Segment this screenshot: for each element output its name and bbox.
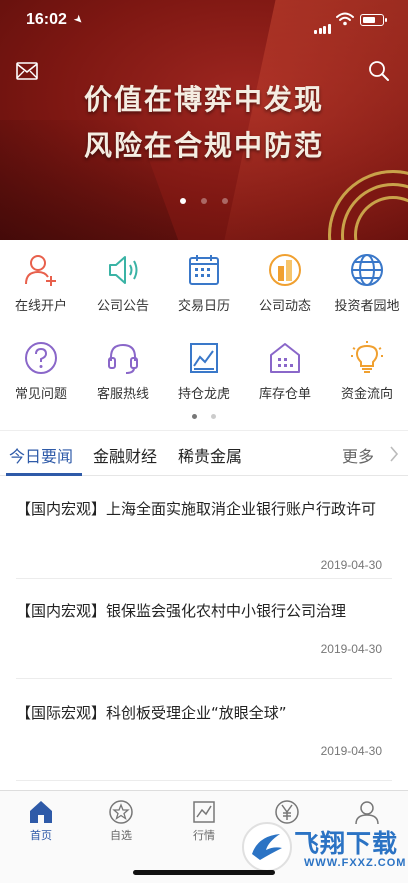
lightbulb-icon <box>351 341 383 373</box>
news-item[interactable]: 【国内宏观】上海全面实施取消企业银行账户行政许可 2019-04-30 <box>16 495 392 579</box>
battery-icon <box>360 14 387 26</box>
bird-logo-icon <box>252 834 282 860</box>
status-time: 16:02 <box>26 11 67 28</box>
calendar-icon <box>189 255 219 285</box>
news-title: 【国际宏观】科创板受理企业“放眼全球” <box>16 704 287 722</box>
cellular-signal-icon <box>314 15 332 34</box>
menu-label: 持仓龙虎 <box>177 387 230 402</box>
menu-warehouse-receipt[interactable]: 库存仓单 <box>244 340 326 402</box>
banner-carousel[interactable]: 16:02 ➤ 价值在博弈中发现 风险在合规中防范 <box>0 0 408 240</box>
warehouse-icon <box>270 343 300 373</box>
menu-page-dot <box>210 414 216 419</box>
menu-label: 库存仓单 <box>258 387 311 402</box>
menu-company-news[interactable]: 公司动态 <box>244 252 326 314</box>
home-indicator[interactable] <box>133 870 275 875</box>
active-tab-indicator <box>6 473 82 476</box>
banner-pagination <box>0 189 408 208</box>
news-title: 【国内宏观】银保监会强化农村中小银行公司治理 <box>16 602 347 620</box>
chevron-right-icon[interactable] <box>389 445 399 463</box>
market-icon <box>193 801 215 823</box>
menu-page-dot <box>192 414 198 419</box>
banner-slogan-line1: 价值在博弈中发现 <box>83 83 324 116</box>
status-bar: 16:02 ➤ <box>0 0 408 40</box>
news-title: 【国内宏观】上海全面实施取消企业银行账户行政许可 <box>16 500 377 518</box>
menu-label: 资金流向 <box>340 387 393 402</box>
news-date: 2019-04-30 <box>320 558 382 572</box>
globe-icon <box>351 254 383 286</box>
menu-label: 公司公告 <box>96 299 149 314</box>
menu-company-notice[interactable]: 公司公告 <box>82 252 164 314</box>
star-icon <box>109 800 133 824</box>
banner-dot <box>179 198 186 204</box>
user-add-icon <box>25 255 56 286</box>
nav-label: 自选 <box>110 829 132 842</box>
nav-label: 行情 <box>193 829 215 842</box>
menu-service-hotline[interactable]: 客服热线 <box>82 340 164 402</box>
tab-today-news[interactable]: 今日要闻 <box>9 443 73 467</box>
wifi-icon <box>336 12 354 26</box>
watermark-logo: 飞翔下载 WWW.FXXZ.COM <box>238 818 406 878</box>
nav-home[interactable]: 首页 <box>6 799 76 843</box>
menu-investor-garden[interactable]: 投资者园地 <box>326 252 408 314</box>
watermark-url: WWW.FXXZ.COM <box>304 857 407 869</box>
banner-dot <box>222 198 229 204</box>
menu-online-account[interactable]: 在线开户 <box>0 252 82 314</box>
nav-label: 首页 <box>30 829 52 842</box>
menu-position-ranking[interactable]: 持仓龙虎 <box>163 340 245 402</box>
chart-icon <box>190 343 218 373</box>
menu-label: 常见问题 <box>14 387 67 402</box>
banner-slogan-line2: 风险在合规中防范 <box>83 129 324 162</box>
question-icon <box>25 342 57 374</box>
menu-label: 交易日历 <box>177 299 230 314</box>
menu-label: 公司动态 <box>258 299 311 314</box>
watermark-text: 飞翔下载 <box>294 829 399 858</box>
menu-label: 投资者园地 <box>334 299 400 314</box>
news-date: 2019-04-30 <box>320 642 382 656</box>
buildings-icon <box>269 254 301 286</box>
tab-finance[interactable]: 金融财经 <box>93 443 157 467</box>
menu-pagination <box>0 404 408 423</box>
watermark-emblem <box>242 822 292 872</box>
more-button[interactable]: 更多 <box>342 443 374 467</box>
speaker-icon <box>109 256 138 284</box>
headset-icon <box>108 343 138 374</box>
nav-market[interactable]: 行情 <box>169 799 239 843</box>
menu-trading-calendar[interactable]: 交易日历 <box>163 252 245 314</box>
menu-fund-flow[interactable]: 资金流向 <box>326 340 408 402</box>
location-arrow-icon: ➤ <box>70 11 87 28</box>
tab-precious-metals[interactable]: 稀贵金属 <box>178 443 242 467</box>
news-date: 2019-04-30 <box>320 744 382 758</box>
news-item[interactable]: 【国际宏观】科创板受理企业“放眼全球” 2019-04-30 <box>16 697 392 781</box>
menu-faq[interactable]: 常见问题 <box>0 340 82 402</box>
home-icon <box>30 801 52 823</box>
menu-label: 客服热线 <box>96 387 149 402</box>
menu-label: 在线开户 <box>14 299 67 314</box>
news-tabs: 今日要闻 金融财经 稀贵金属 更多 <box>0 430 408 476</box>
nav-watchlist[interactable]: 自选 <box>86 799 156 843</box>
banner-dot <box>201 198 207 204</box>
news-item[interactable]: 【国内宏观】银保监会强化农村中小银行公司治理 2019-04-30 <box>16 595 392 679</box>
